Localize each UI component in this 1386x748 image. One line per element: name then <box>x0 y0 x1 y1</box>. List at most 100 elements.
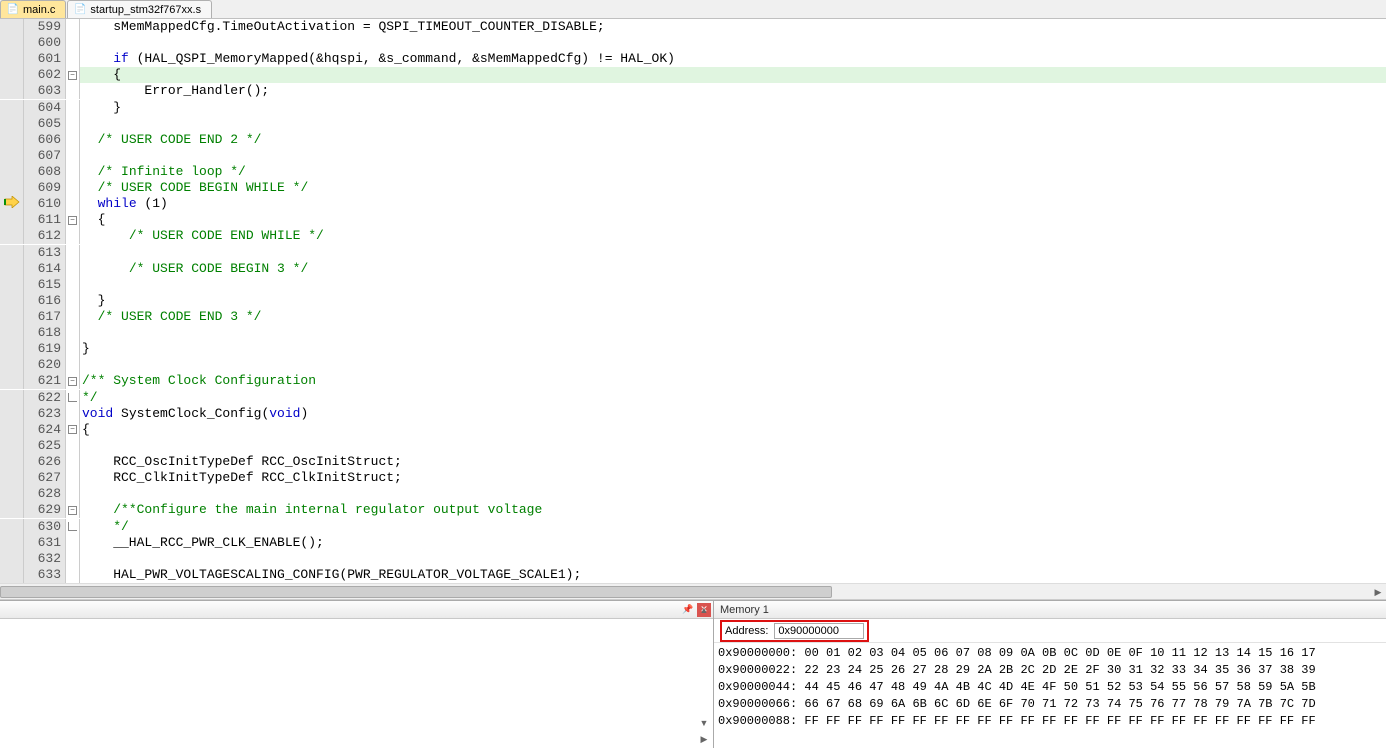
source-line[interactable]: if (HAL_QSPI_MemoryMapped(&hqspi, &s_com… <box>80 51 1386 67</box>
scroll-right-icon[interactable]: ▶ <box>1370 584 1386 600</box>
breakpoint-gutter[interactable] <box>0 261 24 277</box>
fold-gutter[interactable] <box>66 51 80 67</box>
source-line[interactable]: } <box>80 293 1386 309</box>
source-line[interactable]: HAL_PWR_VOLTAGESCALING_CONFIG(PWR_REGULA… <box>80 567 1386 583</box>
fold-gutter[interactable] <box>66 277 80 293</box>
breakpoint-gutter[interactable] <box>0 228 24 244</box>
breakpoint-gutter[interactable] <box>0 438 24 454</box>
fold-gutter[interactable] <box>66 454 80 470</box>
source-line[interactable]: RCC_OscInitTypeDef RCC_OscInitStruct; <box>80 454 1386 470</box>
pin-icon[interactable]: 📌 <box>681 603 695 617</box>
source-line[interactable]: /* USER CODE END 2 */ <box>80 132 1386 148</box>
breakpoint-gutter[interactable] <box>0 325 24 341</box>
breakpoint-gutter[interactable] <box>0 535 24 551</box>
fold-gutter[interactable] <box>66 470 80 486</box>
breakpoint-gutter[interactable] <box>0 116 24 132</box>
tab-main-c[interactable]: 📄 main.c <box>0 0 66 18</box>
address-input[interactable] <box>774 623 864 639</box>
source-line[interactable]: { <box>80 422 1386 438</box>
source-line[interactable]: { <box>80 67 1386 83</box>
breakpoint-gutter[interactable] <box>0 212 24 228</box>
breakpoint-gutter[interactable] <box>0 422 24 438</box>
source-line[interactable]: Error_Handler(); <box>80 83 1386 99</box>
breakpoint-gutter[interactable] <box>0 196 24 212</box>
breakpoint-gutter[interactable] <box>0 245 24 261</box>
source-line[interactable]: */ <box>80 390 1386 406</box>
breakpoint-gutter[interactable] <box>0 519 24 535</box>
breakpoint-gutter[interactable] <box>0 132 24 148</box>
source-line[interactable]: void SystemClock_Config(void) <box>80 406 1386 422</box>
breakpoint-gutter[interactable] <box>0 148 24 164</box>
breakpoint-gutter[interactable] <box>0 164 24 180</box>
fold-gutter[interactable] <box>66 228 80 244</box>
source-line[interactable]: sMemMappedCfg.TimeOutActivation = QSPI_T… <box>80 19 1386 35</box>
fold-gutter[interactable] <box>66 148 80 164</box>
fold-collapse-icon[interactable]: − <box>68 506 77 515</box>
breakpoint-gutter[interactable] <box>0 35 24 51</box>
source-line[interactable]: } <box>80 341 1386 357</box>
fold-gutter[interactable] <box>66 390 80 406</box>
source-line[interactable]: /* USER CODE END 3 */ <box>80 309 1386 325</box>
breakpoint-gutter[interactable] <box>0 19 24 35</box>
source-line[interactable]: } <box>80 100 1386 116</box>
fold-gutter[interactable]: − <box>66 422 80 438</box>
source-line[interactable]: while (1) <box>80 196 1386 212</box>
breakpoint-gutter[interactable] <box>0 373 24 389</box>
fold-gutter[interactable] <box>66 293 80 309</box>
fold-collapse-icon[interactable]: − <box>68 377 77 386</box>
fold-gutter[interactable] <box>66 357 80 373</box>
tab-startup-s[interactable]: 📄 startup_stm32f767xx.s <box>67 0 212 18</box>
scroll-right-small-icon[interactable]: ▶ <box>697 732 711 746</box>
source-line[interactable] <box>80 116 1386 132</box>
fold-gutter[interactable] <box>66 535 80 551</box>
scroll-down-icon[interactable]: ▼ <box>697 716 711 730</box>
breakpoint-gutter[interactable] <box>0 551 24 567</box>
source-line[interactable] <box>80 357 1386 373</box>
breakpoint-gutter[interactable] <box>0 470 24 486</box>
source-line[interactable] <box>80 277 1386 293</box>
fold-gutter[interactable] <box>66 19 80 35</box>
fold-collapse-icon[interactable]: − <box>68 71 77 80</box>
fold-gutter[interactable] <box>66 551 80 567</box>
source-line[interactable]: RCC_ClkInitTypeDef RCC_ClkInitStruct; <box>80 470 1386 486</box>
fold-gutter[interactable] <box>66 261 80 277</box>
breakpoint-gutter[interactable] <box>0 454 24 470</box>
fold-gutter[interactable]: − <box>66 502 80 518</box>
breakpoint-gutter[interactable] <box>0 51 24 67</box>
fold-gutter[interactable] <box>66 196 80 212</box>
source-line[interactable] <box>80 35 1386 51</box>
breakpoint-gutter[interactable] <box>0 293 24 309</box>
breakpoint-gutter[interactable] <box>0 180 24 196</box>
source-line[interactable] <box>80 245 1386 261</box>
fold-gutter[interactable] <box>66 486 80 502</box>
source-line[interactable]: /**Configure the main internal regulator… <box>80 502 1386 518</box>
source-line[interactable]: /* Infinite loop */ <box>80 164 1386 180</box>
breakpoint-gutter[interactable] <box>0 277 24 293</box>
fold-collapse-icon[interactable]: − <box>68 425 77 434</box>
source-line[interactable] <box>80 551 1386 567</box>
fold-gutter[interactable] <box>66 100 80 116</box>
fold-collapse-icon[interactable]: − <box>68 216 77 225</box>
fold-gutter[interactable] <box>66 180 80 196</box>
memory-dump[interactable]: 0x90000000: 00 01 02 03 04 05 06 07 08 0… <box>714 643 1386 748</box>
source-line[interactable]: /* USER CODE END WHILE */ <box>80 228 1386 244</box>
fold-gutter[interactable] <box>66 83 80 99</box>
breakpoint-gutter[interactable] <box>0 567 24 583</box>
breakpoint-gutter[interactable] <box>0 309 24 325</box>
source-line[interactable] <box>80 325 1386 341</box>
source-line[interactable] <box>80 148 1386 164</box>
source-line[interactable]: */ <box>80 519 1386 535</box>
panel-left-body[interactable]: ▲ ▼ ▶ <box>0 619 713 748</box>
fold-gutter[interactable] <box>66 116 80 132</box>
fold-gutter[interactable] <box>66 309 80 325</box>
breakpoint-gutter[interactable] <box>0 390 24 406</box>
breakpoint-gutter[interactable] <box>0 341 24 357</box>
breakpoint-gutter[interactable] <box>0 67 24 83</box>
breakpoint-gutter[interactable] <box>0 486 24 502</box>
fold-gutter[interactable] <box>66 35 80 51</box>
breakpoint-gutter[interactable] <box>0 357 24 373</box>
breakpoint-gutter[interactable] <box>0 100 24 116</box>
source-line[interactable]: /* USER CODE BEGIN 3 */ <box>80 261 1386 277</box>
source-line[interactable]: { <box>80 212 1386 228</box>
fold-gutter[interactable] <box>66 245 80 261</box>
